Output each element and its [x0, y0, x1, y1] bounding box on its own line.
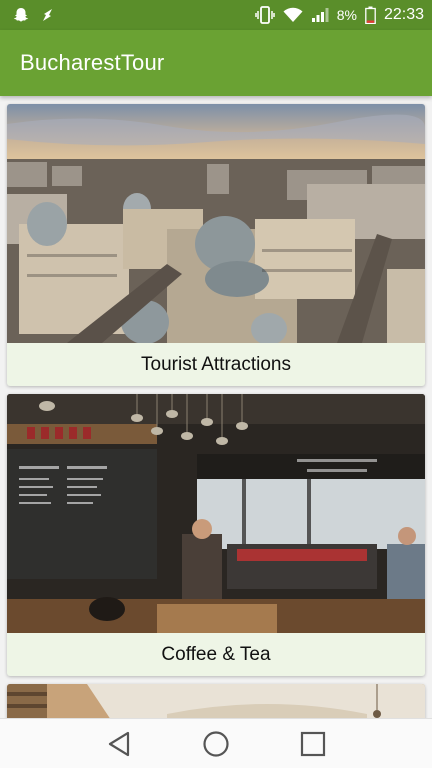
- app-bar: BucharestTour: [0, 30, 432, 96]
- signal-icon: [311, 7, 329, 23]
- status-right: 8% 22:33: [254, 6, 424, 24]
- recents-icon: [301, 731, 326, 756]
- category-list[interactable]: Tourist Attractions Coffee & Tea: [0, 96, 432, 718]
- notification-icon: [40, 7, 56, 23]
- tourist-attractions-image: [7, 104, 425, 343]
- status-bar: 8% 22:33: [0, 0, 432, 30]
- status-left: [12, 6, 56, 24]
- battery-percent: 8%: [336, 7, 357, 23]
- app-title: BucharestTour: [20, 50, 165, 75]
- home-button[interactable]: [196, 724, 236, 764]
- category-image-partial: [7, 684, 425, 718]
- card-label: Tourist Attractions: [141, 353, 291, 375]
- recents-button[interactable]: [293, 724, 333, 764]
- category-card-tourist-attractions[interactable]: Tourist Attractions: [7, 104, 425, 386]
- back-button[interactable]: [99, 724, 139, 764]
- back-icon: [108, 731, 129, 756]
- navigation-bar: [0, 718, 432, 768]
- battery-icon: [365, 6, 376, 24]
- category-card-coffee-tea[interactable]: Coffee & Tea: [7, 394, 425, 676]
- snapchat-icon: [12, 6, 30, 24]
- status-clock: 22:33: [383, 6, 424, 23]
- wifi-icon: [283, 7, 303, 23]
- category-card-partial[interactable]: [7, 684, 425, 718]
- card-label: Coffee & Tea: [161, 643, 271, 665]
- vibrate-icon: [254, 6, 275, 24]
- coffee-tea-image: [7, 394, 425, 633]
- home-icon: [203, 730, 229, 757]
